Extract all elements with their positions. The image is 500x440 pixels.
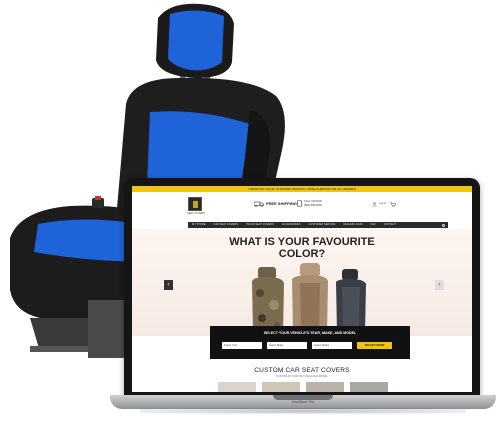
carousel-next-button[interactable]: › [435,280,444,290]
finder-submit-button[interactable]: SELECT SHOP [357,342,392,349]
call-us[interactable]: CALL US NOW (800) 555-0000 [304,200,322,207]
nav-item-my-store[interactable]: MY STORE [192,222,205,228]
phone-icon [297,200,302,207]
laptop: LABOR DAY SALE • SITEWIDE SAVINGS • FREE… [110,178,496,414]
nav-item-car-seat-covers[interactable]: CAR SEAT COVERS [213,222,237,228]
nav-item-dealer-login[interactable]: DEALER LOGIN [343,222,362,228]
section-title: CUSTOM CAR SEAT COVERS [254,367,350,374]
nav-item-truck-seat-covers[interactable]: TRUCK SEAT COVERS [246,222,274,228]
category-thumb[interactable] [306,382,344,392]
laptop-model-label: MacBook Pro [291,400,315,404]
nav-item-faq[interactable]: FAQ [371,222,376,228]
year-select[interactable]: Select Year [222,342,262,349]
logo-caption: SEAT COVERS [187,212,205,215]
product-showcase: LABOR DAY SALE • SITEWIDE SAVINGS • FREE… [0,0,500,440]
nav-item-contact[interactable]: CONTACT [384,222,396,228]
user-icon[interactable] [372,202,377,207]
category-thumb[interactable] [350,382,388,392]
laptop-lid: LABOR DAY SALE • SITEWIDE SAVINGS • FREE… [124,178,480,400]
laptop-base: MacBook Pro [110,395,496,409]
site-logo[interactable] [188,197,202,211]
hero-title-line2: COLOR? [278,248,326,260]
nav-item-accessories[interactable]: ACCESSORIES [282,222,301,228]
nav-item-customer-service[interactable]: CUSTOMER SERVICE [308,222,335,228]
finder-title: SELECT YOUR VEHICLE'S YEAR, MAKE, AND MO… [263,331,357,335]
free-shipping-label: FREE SHIPPING [266,201,297,206]
main-nav: MY STORE CAR SEAT COVERS TRUCK SEAT COVE… [188,222,448,228]
login-link[interactable]: Log In [379,202,386,205]
model-select[interactable]: Select Model [312,342,352,349]
hero-title: WHAT IS YOUR FAVOURITE COLOR? [132,236,472,260]
carousel-prev-button[interactable]: ‹ [164,280,173,290]
hero-title-line1: WHAT IS YOUR FAVOURITE [229,236,375,248]
category-thumbnails [218,382,388,392]
category-thumb[interactable] [218,382,256,392]
hero-banner: WHAT IS YOUR FAVOURITE COLOR? ‹ › [132,229,472,336]
hero-seat-images [252,263,366,333]
laptop-screen: LABOR DAY SALE • SITEWIDE SAVINGS • FREE… [132,186,472,392]
make-select[interactable]: Select Make [267,342,307,349]
vehicle-finder: SELECT YOUR VEHICLE'S YEAR, MAKE, AND MO… [210,326,410,359]
cart-icon[interactable] [390,202,396,207]
truck-icon [254,201,264,207]
site-header: SEAT COVERS FREE SHIPPING CALL US NOW (8… [132,192,472,221]
call-line2: (800) 555-0000 [304,203,322,207]
category-thumb[interactable] [262,382,300,392]
section-subtitle: CUSTOM FIT FOR ANY MAKE AND MODEL [276,375,328,378]
laptop-shadow [140,408,466,414]
search-icon[interactable] [442,223,445,227]
